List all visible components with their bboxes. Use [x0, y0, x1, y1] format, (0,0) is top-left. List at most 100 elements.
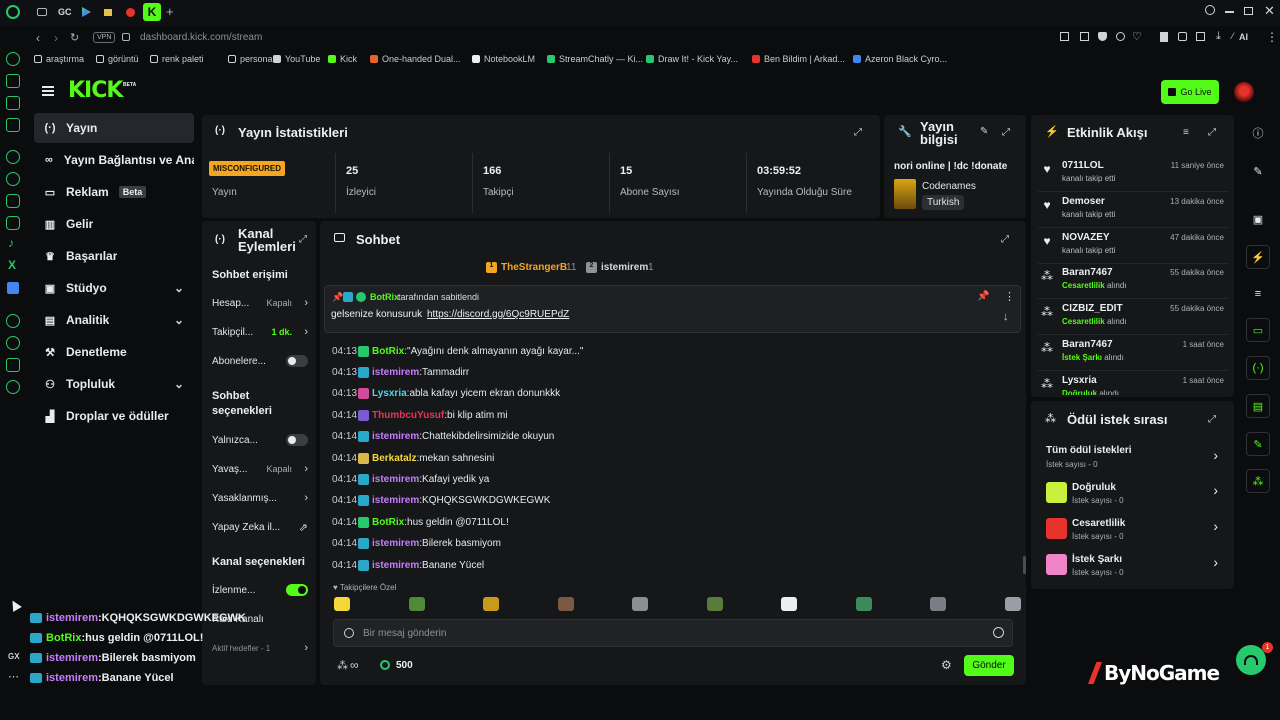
- activity-item[interactable]: ⁂ Lysxria Doğruluk alındı 1 saat önce: [1038, 373, 1228, 395]
- chat-scrollbar[interactable]: [1023, 556, 1026, 574]
- pin-icon[interactable]: [1060, 32, 1069, 41]
- chat-message[interactable]: 04:14 Berkatalz: mekan sahnesini: [332, 450, 494, 466]
- edit-icon[interactable]: ✎: [1246, 159, 1270, 183]
- nav-item[interactable]: ▟ Droplar ve ödüller: [34, 401, 194, 431]
- settings-icon[interactable]: ⚙: [941, 658, 952, 672]
- chat-icon[interactable]: ▭: [1246, 318, 1270, 342]
- bookmark-item[interactable]: Draw It! - Kick Yay...: [646, 54, 738, 64]
- send-button[interactable]: Gönder: [964, 655, 1014, 676]
- reload-icon[interactable]: ↻: [70, 31, 79, 44]
- activity-username[interactable]: Demoser: [1062, 196, 1105, 207]
- menu-icon[interactable]: ⋮: [1266, 30, 1278, 44]
- emote-icon[interactable]: [483, 597, 499, 611]
- bookmark-item[interactable]: Kick: [328, 54, 357, 64]
- shield-icon[interactable]: [1098, 32, 1107, 41]
- bookmark-item[interactable]: Ben Bildim | Arkad...: [752, 54, 845, 64]
- channel-action-row[interactable]: Yavaş... Kapalı ›: [212, 460, 308, 478]
- chat-message[interactable]: 04:14 istemirem: KQHQKSGWKDGWKEGWK: [332, 493, 550, 509]
- activity-item[interactable]: ⁂ CIZBIZ_EDIT Cesaretlilik alındı 55 dakika…: [1038, 301, 1228, 336]
- more-icon[interactable]: ⋯: [8, 670, 19, 683]
- avatar[interactable]: [1234, 82, 1254, 102]
- activity-item[interactable]: ♥ 0711LOL kanalı takip etti 11 saniye önce: [1038, 158, 1228, 192]
- emote-icon[interactable]: [557, 597, 574, 611]
- channel-action-row[interactable]: İzlenme...: [212, 581, 308, 599]
- chat-message[interactable]: 04:14 istemirem: Kafayi yedik ya: [332, 471, 489, 487]
- chat-message[interactable]: 04:14 istemirem: Bilerek basmiyom: [332, 536, 501, 552]
- message-username[interactable]: istemirem: [372, 495, 419, 506]
- url-field[interactable]: dashboard.kick.com/stream: [140, 32, 262, 43]
- search-icon[interactable]: [1205, 5, 1215, 15]
- activity-username[interactable]: CIZBIZ_EDIT: [1062, 303, 1123, 314]
- chat-mode-icon[interactable]: [344, 628, 354, 638]
- toggle-switch[interactable]: [286, 434, 308, 446]
- info-icon[interactable]: ⓘ: [1246, 121, 1270, 145]
- reward-queue-item[interactable]: Doğruluk İstek sayısı - 0 ›: [1046, 481, 1222, 507]
- sidebar-speed-icon[interactable]: [6, 52, 20, 66]
- sidebar-bag-icon[interactable]: [6, 74, 20, 88]
- message-username[interactable]: istemirem: [372, 560, 419, 571]
- nav-item[interactable]: (·) Yayın: [34, 113, 194, 143]
- chat-input[interactable]: Bir mesaj gönderin: [333, 619, 1013, 647]
- reward-icon[interactable]: ⁂: [1246, 469, 1270, 493]
- page-icon[interactable]: [1160, 32, 1168, 42]
- tab-workspace-icon[interactable]: [37, 8, 47, 16]
- emote-icon[interactable]: [930, 597, 946, 611]
- emote-icon[interactable]: [408, 597, 425, 611]
- ai-button[interactable]: AI: [1239, 32, 1248, 42]
- extensions-icon[interactable]: [1178, 32, 1187, 41]
- bookmark-item[interactable]: YouTube: [273, 54, 320, 64]
- chat-message[interactable]: 04:14 ThumbcuYusuf: bi klip atim mi: [332, 407, 508, 423]
- message-username[interactable]: ThumbcuYusuf: [372, 410, 444, 421]
- kick-logo[interactable]: KICK: [68, 78, 123, 103]
- aria-icon[interactable]: ⁄: [1232, 31, 1234, 41]
- expand-icon[interactable]: ⤢: [854, 127, 864, 138]
- bookmark-item[interactable]: One-handed Dual...: [370, 54, 461, 64]
- sidebar-m-icon[interactable]: [6, 118, 20, 132]
- bookmark-item[interactable]: araştırma: [34, 54, 84, 64]
- bookmark-item[interactable]: NotebookLM: [472, 54, 535, 64]
- tab-app-icon[interactable]: [104, 9, 112, 16]
- expand-icon[interactable]: ⤢: [1002, 127, 1012, 138]
- emote-icon[interactable]: [781, 597, 797, 611]
- edit-icon[interactable]: ✎: [980, 126, 988, 137]
- forward-icon[interactable]: ›: [54, 31, 58, 45]
- emote-icon[interactable]: [855, 597, 872, 611]
- gx-label[interactable]: GX: [8, 652, 20, 661]
- bookmark-item[interactable]: Azeron Black Cyro...: [853, 54, 947, 64]
- channel-action-row[interactable]: Yasaklanmış... ›: [212, 489, 308, 507]
- expand-icon[interactable]: ⤢: [1208, 414, 1218, 425]
- close-icon[interactable]: ✕: [1264, 3, 1275, 19]
- message-username[interactable]: Berkatalz: [372, 453, 416, 464]
- lock-icon[interactable]: [122, 33, 130, 41]
- channel-action-row[interactable]: Yalnızca...: [212, 431, 308, 449]
- rewards-icon[interactable]: ⁂: [337, 659, 348, 672]
- expand-icon[interactable]: ⤢: [1208, 127, 1218, 138]
- minimize-icon[interactable]: [1225, 11, 1234, 13]
- tab-gc[interactable]: GC: [58, 7, 72, 17]
- maximize-icon[interactable]: [1244, 7, 1253, 15]
- message-username[interactable]: BotRix: [372, 517, 404, 528]
- activity-username[interactable]: Baran7467: [1062, 267, 1113, 278]
- heart-icon[interactable]: ♡: [1132, 30, 1142, 43]
- new-tab-icon[interactable]: +: [166, 4, 174, 19]
- video-icon[interactable]: ▣: [1246, 207, 1270, 231]
- list-icon[interactable]: ≡: [1246, 282, 1270, 306]
- activity-username[interactable]: NOVAZEY: [1062, 232, 1110, 243]
- message-username[interactable]: istemirem: [372, 431, 419, 442]
- reward-queue-item[interactable]: İstek Şarkı İstek sayısı - 0 ›: [1046, 553, 1222, 579]
- activity-item[interactable]: ⁂ Baran7467 İstek Şarkı alındı 1 saat önce: [1038, 337, 1228, 371]
- filter-icon[interactable]: ≡: [1183, 127, 1189, 138]
- channel-action-row[interactable]: Aktif hedefler - 1 ›: [212, 639, 308, 657]
- bookmark-item[interactable]: görüntü: [96, 54, 139, 64]
- message-username[interactable]: istemirem: [372, 474, 419, 485]
- reward-queue-item[interactable]: Cesaretlilik İstek sayısı - 0 ›: [1046, 517, 1222, 543]
- share-icon[interactable]: [1196, 32, 1205, 41]
- emote-icon[interactable]: [1004, 597, 1021, 611]
- opera-logo-icon[interactable]: [6, 5, 20, 19]
- sidebar-wallet-icon[interactable]: [6, 96, 20, 110]
- activity-item[interactable]: ⁂ Baran7467 Cesaretlilik alındı 55 dakika ö…: [1038, 265, 1228, 300]
- activity-item[interactable]: ♥ NOVAZEY kanalı takip etti 47 dakika önce: [1038, 230, 1228, 264]
- chat-message[interactable]: 04:14 BotRix: hus geldin @0711LOL!: [332, 514, 509, 530]
- activity-username[interactable]: 0711LOL: [1062, 160, 1104, 171]
- activity-username[interactable]: Baran7467: [1062, 339, 1113, 350]
